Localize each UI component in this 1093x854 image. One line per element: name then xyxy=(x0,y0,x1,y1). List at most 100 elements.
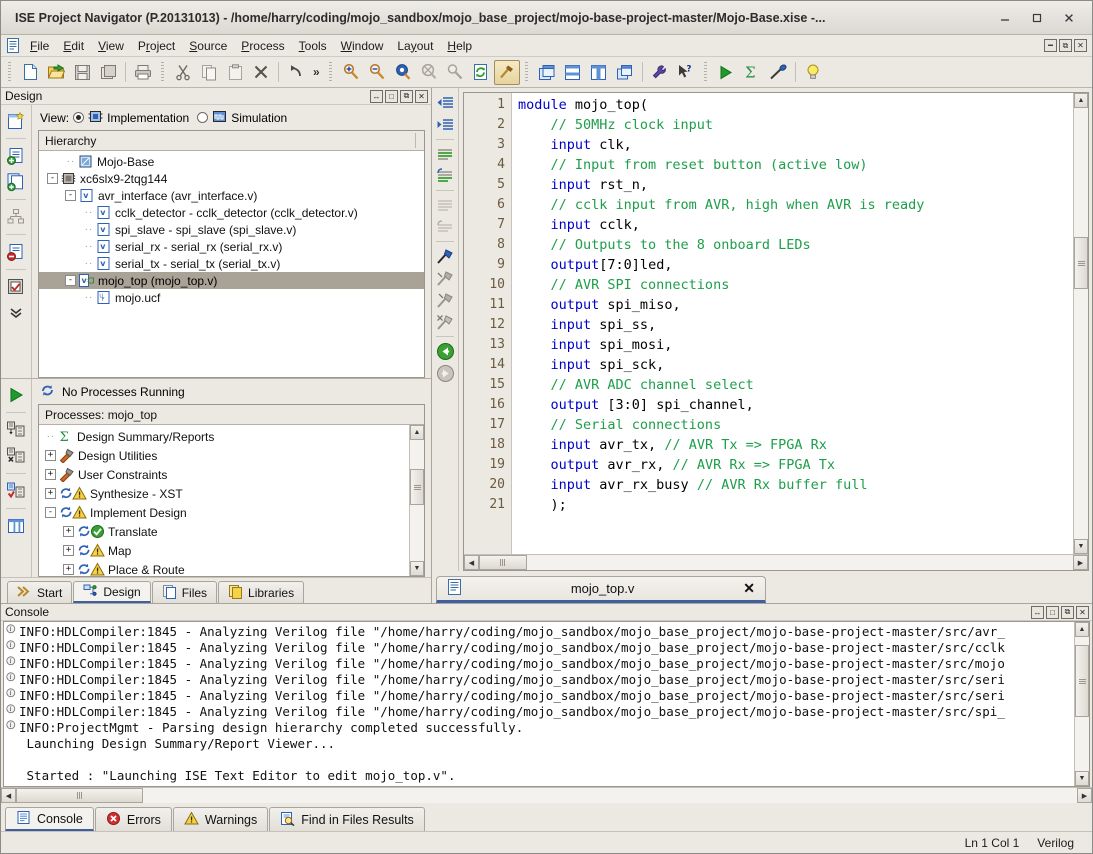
add-source-icon[interactable] xyxy=(4,144,28,168)
new-source-icon[interactable] xyxy=(4,109,28,133)
simulation-radio[interactable] xyxy=(197,112,209,123)
editor-scroll-track[interactable] xyxy=(1074,108,1088,539)
increase-indent-icon[interactable] xyxy=(434,114,456,136)
scroll-track[interactable] xyxy=(410,440,424,561)
maximize-button[interactable] xyxy=(1026,7,1048,29)
float-panel-icon[interactable]: ⧉ xyxy=(400,89,413,103)
whats-this-help-icon[interactable]: ? xyxy=(673,60,699,85)
hierarchy-item-mojo_top[interactable]: - v mojo_top (mojo_top.v) xyxy=(39,272,424,289)
mdi-minimize-icon[interactable]: ━ xyxy=(1044,39,1057,52)
mdi-restore-icon[interactable]: ⧉ xyxy=(1059,39,1072,52)
menu-view[interactable]: View xyxy=(91,37,131,55)
hierarchy-item-xc6slx9-2tqg144[interactable]: - xc6slx9-2tqg144 xyxy=(39,170,424,187)
rerun-process-icon[interactable] xyxy=(4,418,28,442)
menu-layout[interactable]: Layout xyxy=(390,37,440,55)
hierarchy-item-spi_slave[interactable]: ·· v spi_slave - spi_slave (spi_slave.v) xyxy=(39,221,424,238)
expand-toggle-icon[interactable]: + xyxy=(63,545,74,556)
process-item-map[interactable]: + Map xyxy=(39,541,409,560)
dock-width-icon[interactable]: ↔ xyxy=(370,89,383,103)
console-hscroll-thumb[interactable] xyxy=(16,788,144,803)
tip-of-the-day-icon[interactable] xyxy=(800,60,826,85)
zoom-fit-icon[interactable] xyxy=(390,60,416,85)
close-panel-icon[interactable]: ✕ xyxy=(415,89,428,103)
cascade-icon[interactable] xyxy=(612,60,638,85)
bottom-tab-errors[interactable]: Errors xyxy=(94,807,172,831)
process-item-synthesize-xst[interactable]: + Synthesize - XST xyxy=(39,484,409,503)
editor-scroll-right-arrow-icon[interactable]: ▶ xyxy=(1073,555,1088,570)
implement-top-module-icon[interactable] xyxy=(4,479,28,503)
cut-icon[interactable] xyxy=(170,60,196,85)
design-summary-panel-icon[interactable] xyxy=(4,514,28,538)
impact-icon[interactable] xyxy=(765,60,791,85)
editor-horizontal-scrollbar[interactable]: ◀ ▶ xyxy=(464,554,1088,570)
minimize-button[interactable] xyxy=(994,7,1016,29)
open-project-icon[interactable] xyxy=(43,60,69,85)
navigate-back-icon[interactable] xyxy=(434,340,456,362)
menu-tools[interactable]: Tools xyxy=(292,37,334,55)
comment-lines-icon[interactable] xyxy=(434,143,456,165)
toolbar-grip-3[interactable] xyxy=(326,62,335,82)
remove-bookmark-icon[interactable] xyxy=(434,267,456,289)
build-icon[interactable] xyxy=(493,59,520,85)
console-hscroll-track[interactable] xyxy=(16,788,1077,803)
console-scroll-thumb[interactable] xyxy=(1075,645,1089,718)
remove-source-icon[interactable] xyxy=(4,240,28,264)
collapse-toggle-icon[interactable]: - xyxy=(65,275,76,286)
console-dock-width-icon[interactable]: ↔ xyxy=(1031,605,1044,619)
menu-source[interactable]: Source xyxy=(182,37,234,55)
design-goals-icon[interactable] xyxy=(4,275,28,299)
process-item-design-utilities[interactable]: + Design Utilities xyxy=(39,446,409,465)
console-scroll-left-arrow-icon[interactable]: ◀ xyxy=(1,788,16,803)
console-scroll-right-arrow-icon[interactable]: ▶ xyxy=(1077,788,1092,803)
zoom-out-icon[interactable] xyxy=(364,60,390,85)
toolbar-grip-4[interactable] xyxy=(522,62,531,82)
hierarchy-item-serial_rx[interactable]: ·· v serial_rx - serial_rx (serial_rx.v) xyxy=(39,238,424,255)
left-tab-design[interactable]: Design xyxy=(73,581,151,603)
undo-icon[interactable] xyxy=(283,60,309,85)
zoom-select-icon[interactable] xyxy=(416,60,442,85)
process-item-implement-design[interactable]: - Implement Design xyxy=(39,503,409,522)
editor-hscroll-track[interactable] xyxy=(479,555,1073,570)
view-design-hierarchy-icon[interactable] xyxy=(4,205,28,229)
more-tools-chevron-icon[interactable] xyxy=(4,301,28,325)
expand-toggle-icon[interactable]: + xyxy=(63,526,74,537)
editor-scroll-down-arrow-icon[interactable]: ▼ xyxy=(1074,539,1088,554)
bottom-tab-warnings[interactable]: Warnings xyxy=(172,807,269,831)
paste-icon[interactable] xyxy=(222,60,248,85)
uncomment-block-icon[interactable] xyxy=(434,216,456,238)
left-tab-start[interactable]: Start xyxy=(7,581,73,603)
console-horizontal-scrollbar[interactable]: ◀ ▶ xyxy=(1,787,1092,803)
add-bookmark-icon[interactable] xyxy=(434,245,456,267)
process-item-place-route[interactable]: + Place & Route xyxy=(39,560,409,576)
settings-wrench-icon[interactable] xyxy=(647,60,673,85)
uncomment-lines-icon[interactable] xyxy=(434,165,456,187)
bottom-tab-find-in-files-results[interactable]: Find in Files Results xyxy=(269,807,425,831)
console-restore-panel-icon[interactable]: □ xyxy=(1046,605,1059,619)
processes-scrollbar[interactable]: ▲ ▼ xyxy=(409,425,424,576)
console-close-panel-icon[interactable]: ✕ xyxy=(1076,605,1089,619)
expand-toggle-icon[interactable]: + xyxy=(45,488,56,499)
print-icon[interactable] xyxy=(130,60,156,85)
column-splitter[interactable] xyxy=(415,133,416,148)
processes-list[interactable]: ·· Σ Design Summary/Reports + Design Utiliti… xyxy=(39,425,409,576)
run-process-icon[interactable] xyxy=(4,383,28,407)
tile-horizontally-icon[interactable] xyxy=(534,60,560,85)
mdi-close-icon[interactable]: ✕ xyxy=(1074,39,1087,52)
expand-toggle-icon[interactable]: + xyxy=(45,450,56,461)
collapse-toggle-icon[interactable]: - xyxy=(65,190,76,201)
new-file-icon[interactable] xyxy=(17,60,43,85)
next-bookmark-icon[interactable] xyxy=(434,289,456,311)
console-float-panel-icon[interactable]: ⧉ xyxy=(1061,605,1074,619)
previous-bookmark-icon[interactable] xyxy=(434,311,456,333)
hierarchy-item-cclk_detector[interactable]: ·· v cclk_detector - cclk_detector (cclk_d… xyxy=(39,204,424,221)
left-tab-libraries[interactable]: Libraries xyxy=(218,581,305,603)
hierarchy-item-mojo-base[interactable]: ·· Mojo-Base xyxy=(39,153,424,170)
toolbar-overflow-button[interactable]: » xyxy=(309,65,324,79)
editor-scroll-up-arrow-icon[interactable]: ▲ xyxy=(1074,93,1088,108)
editor-tab-mojo-top[interactable]: mojo_top.v ✕ xyxy=(436,576,766,603)
collapse-toggle-icon[interactable]: - xyxy=(45,507,56,518)
console-scroll-up-arrow-icon[interactable]: ▲ xyxy=(1075,622,1089,637)
process-item-user-constraints[interactable]: + User Constraints xyxy=(39,465,409,484)
editor-hscroll-thumb[interactable] xyxy=(479,555,527,570)
console-scroll-track[interactable] xyxy=(1075,637,1089,771)
